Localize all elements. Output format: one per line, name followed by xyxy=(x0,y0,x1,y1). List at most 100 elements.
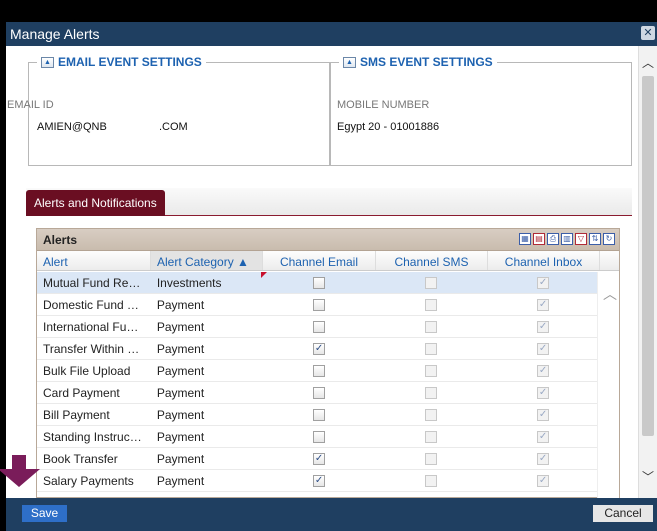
collapse-up-icon[interactable]: ▲ xyxy=(343,56,356,68)
channel-sms-checkbox xyxy=(425,430,438,443)
channel-inbox-checkbox: ✓ xyxy=(537,408,550,421)
grid-toolbar: ▦ ▤ ⎙ ▥ ▽ ⇅ ↻ xyxy=(519,233,615,245)
channel-inbox-cell: ✓ xyxy=(487,316,599,337)
grid-title: Alerts xyxy=(43,233,78,247)
channel-email-cell xyxy=(263,316,376,337)
sms-event-settings: ▲ SMS EVENT SETTINGS MOBILE NUMBER Egypt… xyxy=(330,55,632,166)
channel-sms-cell xyxy=(375,426,487,447)
channel-sms-cell xyxy=(375,316,487,337)
column-header-channel-sms[interactable]: Channel SMS xyxy=(376,251,488,270)
close-icon[interactable]: ✕ xyxy=(641,26,655,40)
alerts-grid: Alerts ▦ ▤ ⎙ ▥ ▽ ⇅ ↻ Alert Alert Categor… xyxy=(36,228,620,498)
scrollbar-thumb[interactable] xyxy=(642,76,654,436)
grid-rows: Mutual Fund Requ... Investments ✓ Domestic … xyxy=(37,272,599,492)
column-header-channel-email[interactable]: Channel Email xyxy=(263,251,376,270)
table-row[interactable]: Transfer Within Q... Payment ✓ ✓ xyxy=(37,338,599,360)
mobile-number-value: Egypt 20 - 01001886 xyxy=(337,121,440,133)
table-row[interactable]: Book Transfer Payment ✓ ✓ xyxy=(37,448,599,470)
channel-sms-checkbox xyxy=(425,276,438,289)
filter-icon[interactable]: ▽ xyxy=(575,233,587,245)
channel-inbox-cell: ✓ xyxy=(487,294,599,315)
channel-email-checkbox[interactable] xyxy=(313,364,326,377)
sort-icon[interactable]: ⇅ xyxy=(589,233,601,245)
channel-inbox-cell: ✓ xyxy=(487,382,599,403)
email-settings-legend[interactable]: ▲ EMAIL EVENT SETTINGS xyxy=(37,55,206,69)
alert-name-cell: Card Payment xyxy=(43,386,120,400)
table-row[interactable]: Standing Instruction Payment ✓ xyxy=(37,426,599,448)
alert-name-cell: Mutual Fund Requ... xyxy=(43,276,151,290)
channel-inbox-checkbox: ✓ xyxy=(537,276,550,289)
email-settings-title: EMAIL EVENT SETTINGS xyxy=(58,55,202,69)
table-row[interactable]: Bill Payment Payment ✓ xyxy=(37,404,599,426)
table-row[interactable]: Mutual Fund Requ... Investments ✓ xyxy=(37,272,599,294)
channel-sms-checkbox xyxy=(425,408,438,421)
refresh-icon[interactable]: ↻ xyxy=(603,233,615,245)
collapse-up-icon[interactable]: ▲ xyxy=(41,56,54,68)
channel-email-cell xyxy=(263,360,376,381)
tab-alerts-and-notifications[interactable]: Alerts and Notifications xyxy=(26,190,165,216)
channel-email-checkbox[interactable] xyxy=(313,298,326,311)
channel-email-checkbox[interactable]: ✓ xyxy=(313,452,326,465)
save-button[interactable]: Save xyxy=(22,505,67,522)
channel-sms-checkbox xyxy=(425,474,438,487)
alert-category-cell: Payment xyxy=(156,430,205,444)
channel-email-checkbox[interactable]: ✓ xyxy=(313,342,326,355)
table-row[interactable]: Salary Payments Payment ✓ ✓ xyxy=(37,470,599,492)
column-header-alert[interactable]: Alert xyxy=(37,251,151,270)
alert-category-cell: Payment xyxy=(156,474,205,488)
grid-header: Alerts ▦ ▤ ⎙ ▥ ▽ ⇅ ↻ xyxy=(37,229,619,251)
chevron-up-icon[interactable]: ︿ xyxy=(641,56,655,70)
channel-email-checkbox[interactable] xyxy=(313,430,326,443)
email-id-label: EMAIL ID xyxy=(7,99,54,111)
channel-email-checkbox[interactable] xyxy=(313,408,326,421)
dialog-titlebar: Manage Alerts ✕ xyxy=(6,22,657,46)
export-icon[interactable]: ▦ xyxy=(519,233,531,245)
alert-name-cell: Bulk File Upload xyxy=(43,364,131,378)
channel-inbox-cell: ✓ xyxy=(487,360,599,381)
column-header-alert-category[interactable]: Alert Category ▲ xyxy=(151,251,263,270)
cancel-button[interactable]: Cancel xyxy=(593,505,653,522)
channel-inbox-cell: ✓ xyxy=(487,448,599,469)
mobile-number-label: MOBILE NUMBER xyxy=(337,99,430,111)
print-icon[interactable]: ⎙ xyxy=(547,233,559,245)
channel-email-checkbox[interactable]: ✓ xyxy=(313,474,326,487)
alert-name-cell: Transfer Within Q... xyxy=(43,342,147,356)
channel-sms-cell xyxy=(375,272,487,293)
column-headers: Alert Alert Category ▲ Channel Email Cha… xyxy=(37,251,619,271)
chevron-up-icon[interactable]: ︿ xyxy=(603,284,617,304)
channel-email-checkbox[interactable] xyxy=(313,386,326,399)
channel-email-cell: ✓ xyxy=(263,448,376,469)
alert-category-cell: Payment xyxy=(156,298,205,312)
annotation-arrow-icon xyxy=(0,455,40,487)
table-row[interactable]: Domestic Fund Tr... Payment ✓ xyxy=(37,294,599,316)
channel-email-cell xyxy=(263,382,376,403)
table-row[interactable]: Bulk File Upload Payment ✓ xyxy=(37,360,599,382)
columns-icon[interactable]: ▥ xyxy=(561,233,573,245)
channel-email-checkbox[interactable] xyxy=(313,320,326,333)
channel-email-cell xyxy=(263,404,376,425)
sms-settings-legend[interactable]: ▲ SMS EVENT SETTINGS xyxy=(339,55,497,69)
grid-scrollbar[interactable]: ︿ xyxy=(597,272,619,498)
channel-sms-checkbox xyxy=(425,452,438,465)
alert-category-cell: Payment xyxy=(156,452,205,466)
dialog-scrollbar[interactable]: ︿ ﹀ xyxy=(638,46,657,498)
table-row[interactable]: International Fund... Payment ✓ xyxy=(37,316,599,338)
channel-email-checkbox[interactable] xyxy=(313,276,326,289)
channel-inbox-cell: ✓ xyxy=(487,272,599,293)
pdf-icon[interactable]: ▤ xyxy=(533,233,545,245)
column-header-channel-inbox[interactable]: Channel Inbox xyxy=(488,251,600,270)
channel-email-cell: ✓ xyxy=(263,470,376,491)
alert-category-cell: Payment xyxy=(156,320,205,334)
chevron-down-icon[interactable]: ﹀ xyxy=(641,470,655,484)
channel-inbox-cell: ✓ xyxy=(487,470,599,491)
table-row[interactable]: Card Payment Payment ✓ xyxy=(37,382,599,404)
dialog-footer xyxy=(6,498,657,531)
alert-category-cell: Payment xyxy=(156,364,205,378)
channel-inbox-cell: ✓ xyxy=(487,404,599,425)
channel-sms-cell xyxy=(375,338,487,359)
channel-sms-cell xyxy=(375,470,487,491)
channel-sms-cell xyxy=(375,448,487,469)
email-id-value-a: AMIEN@QNB xyxy=(37,121,107,133)
channel-sms-checkbox xyxy=(425,364,438,377)
alert-name-cell: Bill Payment xyxy=(43,408,110,422)
